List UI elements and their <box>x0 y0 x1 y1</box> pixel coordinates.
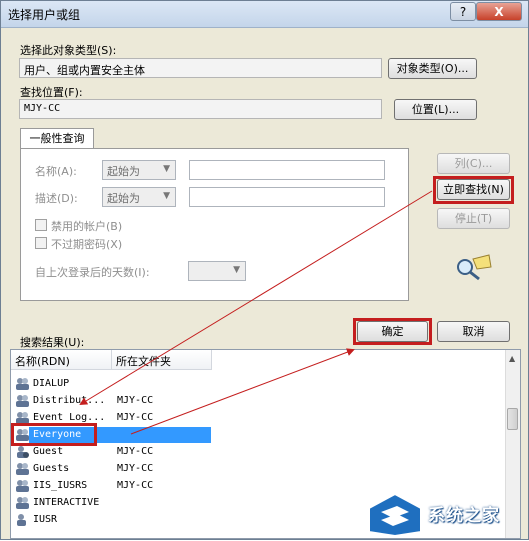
description-input[interactable] <box>189 187 385 207</box>
group-icon <box>16 463 29 475</box>
group-icon <box>16 480 29 492</box>
everyone-highlight <box>11 423 97 446</box>
days-since-login-select[interactable]: ▼ <box>188 261 246 281</box>
watermark-text: 系统之家 <box>428 506 500 526</box>
description-mode-value: 起始为 <box>107 192 140 205</box>
result-name: IIS_IUSRS <box>33 480 88 491</box>
group-icon <box>16 378 29 390</box>
results-label: 搜索结果(U): <box>20 336 85 349</box>
help-button[interactable]: ? <box>450 2 476 21</box>
non-expiring-password-label: 不过期密码(X) <box>51 238 123 251</box>
object-type-field: 用户、组或内置安全主体 <box>19 58 382 78</box>
group-icon <box>16 395 29 407</box>
column-header-folder[interactable]: 所在文件夹 <box>112 350 212 370</box>
select-users-dialog: 选择用户或组 ? X 选择此对象类型(S): 用户、组或内置安全主体 对象类型(… <box>0 0 529 540</box>
search-icon <box>457 254 492 281</box>
site-watermark: 系统之家 <box>361 488 529 541</box>
window-title: 选择用户或组 <box>8 8 81 22</box>
description-label: 描述(D): <box>35 192 78 205</box>
result-name: Distribut... <box>33 395 106 406</box>
chevron-down-icon: ▼ <box>233 265 240 275</box>
object-types-button[interactable]: 对象类型(O)... <box>388 58 477 79</box>
result-name: IUSR <box>33 514 58 525</box>
name-input[interactable] <box>189 160 385 180</box>
chevron-down-icon: ▼ <box>163 191 170 201</box>
list-item[interactable]: Guest MJY-CC <box>11 444 511 460</box>
name-mode-value: 起始为 <box>107 165 140 178</box>
column-header-name[interactable]: 名称(RDN) <box>11 350 112 370</box>
non-expiring-password-checkbox[interactable] <box>35 237 47 249</box>
result-folder: MJY-CC <box>117 446 154 457</box>
scroll-up-icon[interactable]: ▲ <box>509 354 515 363</box>
days-since-login-label: 自上次登录后的天数(I): <box>35 266 150 279</box>
stop-button[interactable]: 停止(T) <box>437 208 510 229</box>
scrollbar-thumb[interactable] <box>507 408 518 430</box>
chevron-down-icon: ▼ <box>163 164 170 174</box>
disabled-accounts-label: 禁用的帐户(B) <box>51 220 123 233</box>
cancel-button[interactable]: 取消 <box>437 321 510 342</box>
result-name: Guest <box>33 446 64 457</box>
name-label: 名称(A): <box>35 165 77 178</box>
find-now-highlight <box>433 176 514 204</box>
disabled-accounts-checkbox[interactable] <box>35 219 47 231</box>
description-mode-select[interactable]: 起始为 ▼ <box>102 187 176 207</box>
result-name: Guests <box>33 463 70 474</box>
ok-highlight <box>353 318 432 345</box>
result-folder: MJY-CC <box>117 463 154 474</box>
title-bar[interactable]: 选择用户或组 ? X <box>1 1 528 28</box>
name-mode-select[interactable]: 起始为 ▼ <box>102 160 176 180</box>
result-name: Event Log... <box>33 412 106 423</box>
result-folder: MJY-CC <box>117 480 154 491</box>
list-item[interactable]: Distribut... MJY-CC <box>11 393 511 409</box>
result-name: DIALUP <box>33 378 70 389</box>
logo-icon <box>368 492 422 538</box>
list-item[interactable]: DIALUP <box>11 376 511 392</box>
result-folder: MJY-CC <box>117 412 154 423</box>
tab-general-query[interactable]: 一般性查询 <box>20 128 94 149</box>
location-field: MJY-CC <box>19 99 382 119</box>
user-icon <box>17 446 29 458</box>
location-label: 查找位置(F): <box>20 86 83 99</box>
general-query-panel: 名称(A): 起始为 ▼ 描述(D): 起始为 ▼ 禁用的帐户(B) 不过期密码… <box>20 148 409 301</box>
result-name: INTERACTIVE <box>33 497 100 508</box>
locations-button[interactable]: 位置(L)... <box>394 99 477 120</box>
result-folder: MJY-CC <box>117 395 154 406</box>
close-button[interactable]: X <box>476 2 522 21</box>
columns-button[interactable]: 列(C)... <box>437 153 510 174</box>
object-type-label: 选择此对象类型(S): <box>20 44 117 57</box>
list-item[interactable]: Guests MJY-CC <box>11 461 511 477</box>
group-icon <box>16 497 29 509</box>
user-icon <box>17 514 26 526</box>
